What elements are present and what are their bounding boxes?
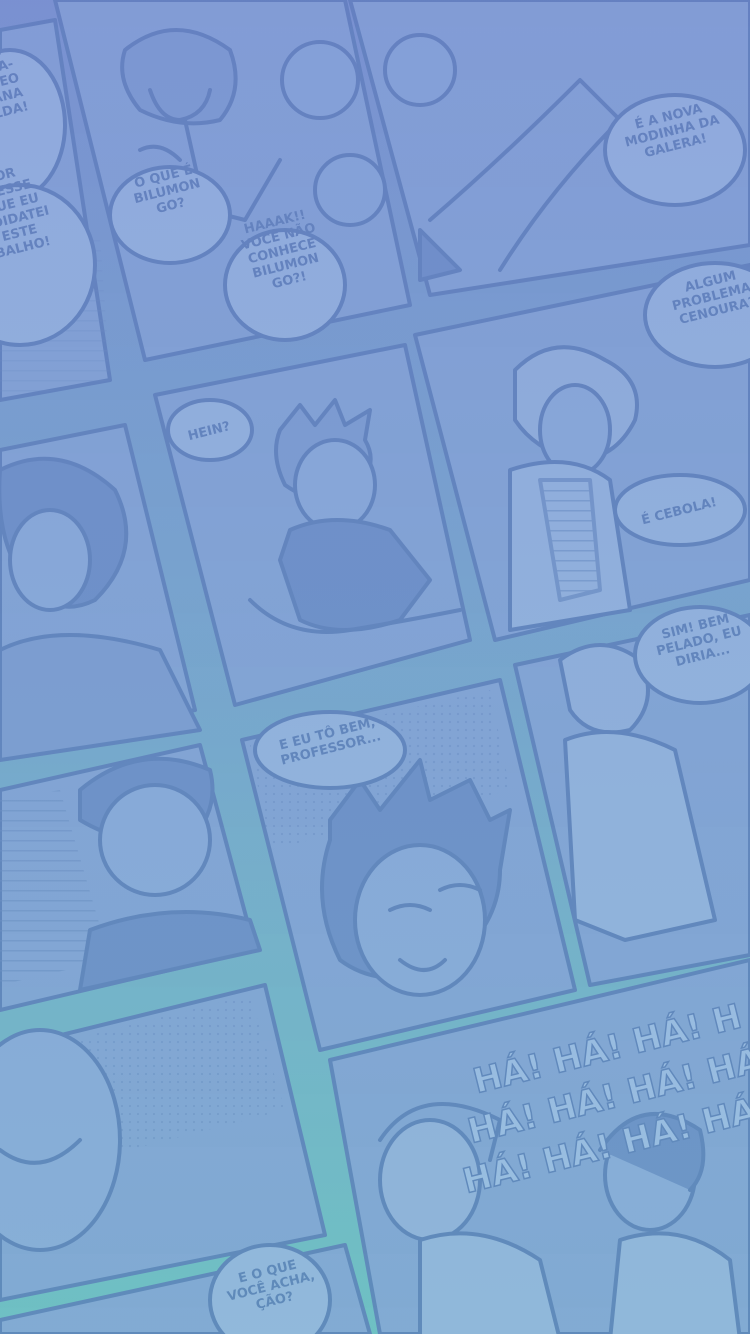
comic-background: SGA-DEOANALDA! ORDESSEQUE EUADIDATEIESTE… bbox=[0, 0, 750, 1334]
